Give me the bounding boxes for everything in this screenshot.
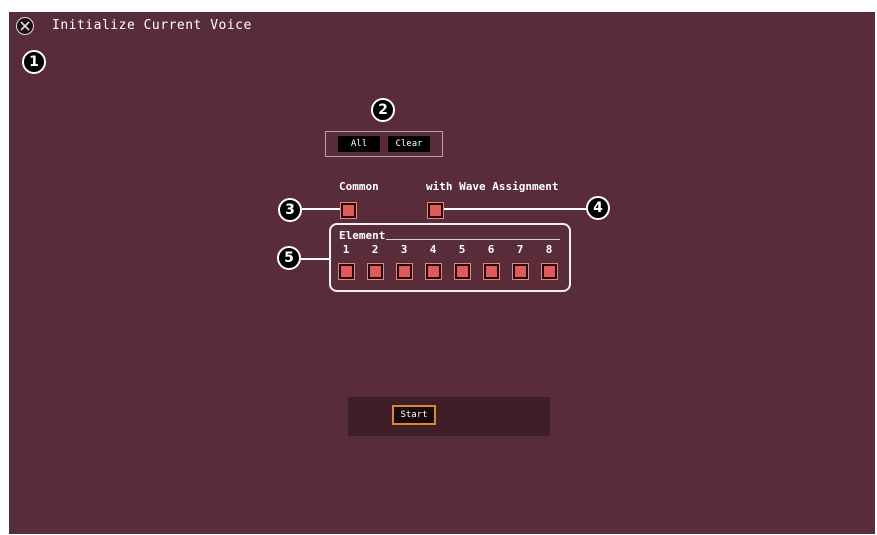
element-number-1: 1 — [342, 243, 350, 256]
element-number-4: 4 — [429, 243, 437, 256]
element-divider — [386, 239, 560, 240]
close-button[interactable] — [16, 17, 34, 35]
element-label: Element — [339, 229, 386, 242]
element-number-7: 7 — [516, 243, 524, 256]
element-checkbox-3[interactable] — [396, 263, 413, 280]
element-number-2: 2 — [371, 243, 379, 256]
element-checkbox-6[interactable] — [483, 263, 500, 280]
close-icon — [20, 21, 30, 31]
clear-button[interactable]: Clear — [388, 136, 430, 152]
leader-line-4 — [444, 208, 586, 210]
element-number-5: 5 — [458, 243, 466, 256]
callout-2: 2 — [371, 98, 395, 122]
common-checkbox[interactable] — [340, 202, 357, 219]
element-checkbox-8[interactable] — [541, 263, 558, 280]
leader-line-5 — [301, 258, 329, 260]
element-checkbox-5[interactable] — [454, 263, 471, 280]
callout-1: 1 — [22, 50, 46, 74]
element-checkbox-1[interactable] — [338, 263, 355, 280]
start-button[interactable]: Start — [392, 405, 436, 425]
element-checkbox-2[interactable] — [367, 263, 384, 280]
start-bar — [348, 397, 550, 436]
callout-4: 4 — [586, 196, 610, 220]
callout-5: 5 — [277, 246, 301, 270]
wave-assignment-checkbox[interactable] — [427, 202, 444, 219]
all-button[interactable]: All — [338, 136, 380, 152]
page-title: Initialize Current Voice — [52, 18, 252, 33]
wave-assignment-label: with Wave Assignment — [426, 180, 559, 193]
callout-3: 3 — [278, 198, 302, 222]
leader-line-3 — [302, 208, 340, 210]
element-checkbox-7[interactable] — [512, 263, 529, 280]
element-checkbox-4[interactable] — [425, 263, 442, 280]
element-number-6: 6 — [487, 243, 495, 256]
element-number-8: 8 — [545, 243, 553, 256]
element-number-3: 3 — [400, 243, 408, 256]
common-label: Common — [339, 180, 379, 193]
